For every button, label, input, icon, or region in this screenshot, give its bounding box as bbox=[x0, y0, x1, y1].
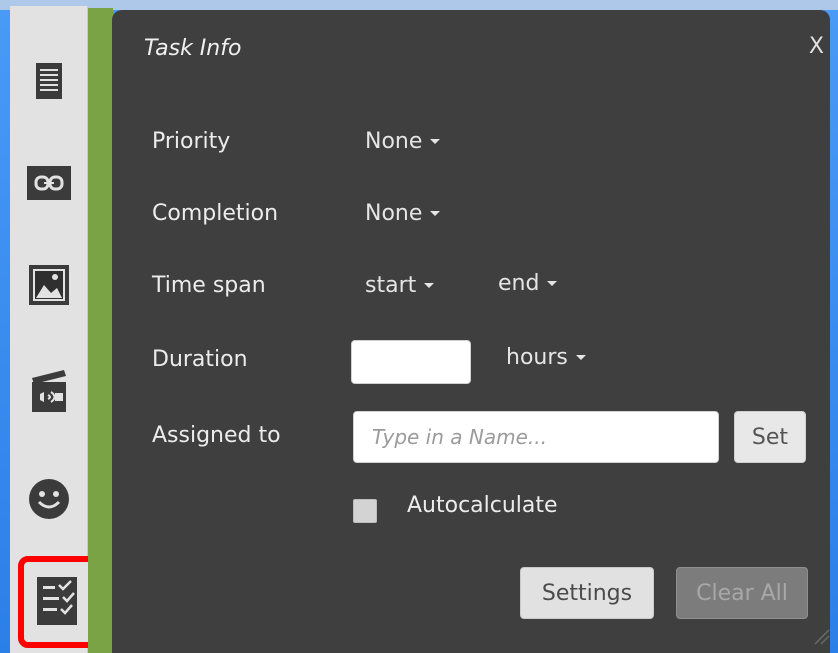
chevron-down-icon bbox=[430, 211, 441, 216]
settings-button[interactable]: Settings bbox=[520, 567, 654, 619]
autocalculate-label: Autocalculate bbox=[407, 493, 558, 518]
autocalculate-checkbox[interactable] bbox=[353, 499, 377, 523]
time-span-start-value: start bbox=[365, 273, 417, 298]
duration-label: Duration bbox=[152, 347, 248, 372]
task-checklist-icon bbox=[37, 577, 77, 625]
assigned-to-label: Assigned to bbox=[152, 423, 281, 448]
task-tool-button[interactable] bbox=[32, 573, 82, 629]
chevron-down-icon bbox=[424, 283, 435, 288]
time-span-start-dropdown[interactable]: start bbox=[365, 273, 435, 298]
time-span-end-dropdown[interactable]: end bbox=[498, 271, 558, 296]
notes-icon bbox=[36, 63, 62, 99]
panel-title: Task Info bbox=[144, 36, 242, 61]
priority-value: None bbox=[365, 129, 423, 154]
duration-unit-dropdown[interactable]: hours bbox=[506, 345, 586, 370]
chevron-down-icon bbox=[547, 281, 558, 286]
selected-task-tool-highlight bbox=[18, 556, 98, 648]
app-root: Task Info X Priority None Completion Non… bbox=[0, 0, 838, 653]
video-tool-button[interactable] bbox=[24, 366, 74, 416]
time-span-label: Time span bbox=[152, 273, 266, 298]
link-icon bbox=[27, 166, 71, 200]
chevron-down-icon bbox=[430, 139, 441, 144]
resize-grip-icon[interactable] bbox=[812, 627, 830, 645]
image-icon bbox=[29, 265, 69, 305]
video-icon bbox=[32, 370, 66, 412]
completion-label: Completion bbox=[152, 201, 279, 226]
top-strip bbox=[0, 0, 838, 10]
assigned-to-input[interactable]: Type in a Name... bbox=[353, 411, 719, 463]
task-info-panel: Task Info X Priority None Completion Non… bbox=[112, 10, 830, 653]
image-tool-button[interactable] bbox=[24, 260, 74, 310]
duration-input[interactable] bbox=[351, 340, 471, 384]
duration-unit-value: hours bbox=[506, 345, 568, 370]
priority-label: Priority bbox=[152, 129, 231, 154]
notes-tool-button[interactable] bbox=[24, 56, 74, 106]
set-button[interactable]: Set bbox=[734, 411, 806, 463]
completion-value: None bbox=[365, 201, 423, 226]
close-button[interactable]: X bbox=[809, 34, 824, 59]
priority-dropdown[interactable]: None bbox=[365, 129, 441, 154]
link-tool-button[interactable] bbox=[24, 158, 74, 208]
clear-all-button: Clear All bbox=[676, 567, 808, 619]
time-span-end-value: end bbox=[498, 271, 540, 296]
chevron-down-icon bbox=[575, 355, 586, 360]
content-edge-accent bbox=[88, 8, 113, 653]
completion-dropdown[interactable]: None bbox=[365, 201, 441, 226]
smiley-icon bbox=[29, 479, 69, 519]
emoji-tool-button[interactable] bbox=[24, 474, 74, 524]
